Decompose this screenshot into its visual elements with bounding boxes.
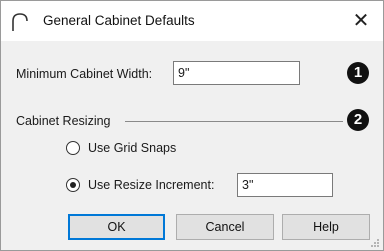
title-bar[interactable]: General Cabinet Defaults ✕ xyxy=(1,1,383,41)
dialog-title: General Cabinet Defaults xyxy=(43,13,195,28)
radio-unchecked-icon[interactable] xyxy=(66,141,80,155)
minimum-cabinet-width-label: Minimum Cabinet Width: xyxy=(16,67,153,81)
ok-button[interactable]: OK xyxy=(68,214,165,240)
minimum-cabinet-width-input[interactable]: 9" xyxy=(173,61,300,85)
callout-badge-2: 2 xyxy=(347,109,369,131)
use-grid-snaps-label[interactable]: Use Grid Snaps xyxy=(88,141,176,155)
cancel-button[interactable]: Cancel xyxy=(176,214,274,240)
radio-checked-icon[interactable] xyxy=(66,178,80,192)
resize-grip-icon[interactable] xyxy=(370,237,380,247)
general-cabinet-defaults-dialog: General Cabinet Defaults ✕ Minimum Cabin… xyxy=(0,0,384,251)
group-separator xyxy=(125,121,343,122)
help-button[interactable]: Help xyxy=(282,214,370,240)
close-button[interactable]: ✕ xyxy=(339,1,383,41)
use-resize-increment-label[interactable]: Use Resize Increment: xyxy=(88,178,214,192)
cabinet-resizing-group-label: Cabinet Resizing xyxy=(16,114,111,128)
cabinet-arch-icon xyxy=(9,11,31,33)
radio-selected-dot xyxy=(70,182,76,188)
resize-increment-input[interactable]: 3" xyxy=(237,173,333,197)
callout-badge-1: 1 xyxy=(347,62,369,84)
close-icon: ✕ xyxy=(352,8,370,32)
